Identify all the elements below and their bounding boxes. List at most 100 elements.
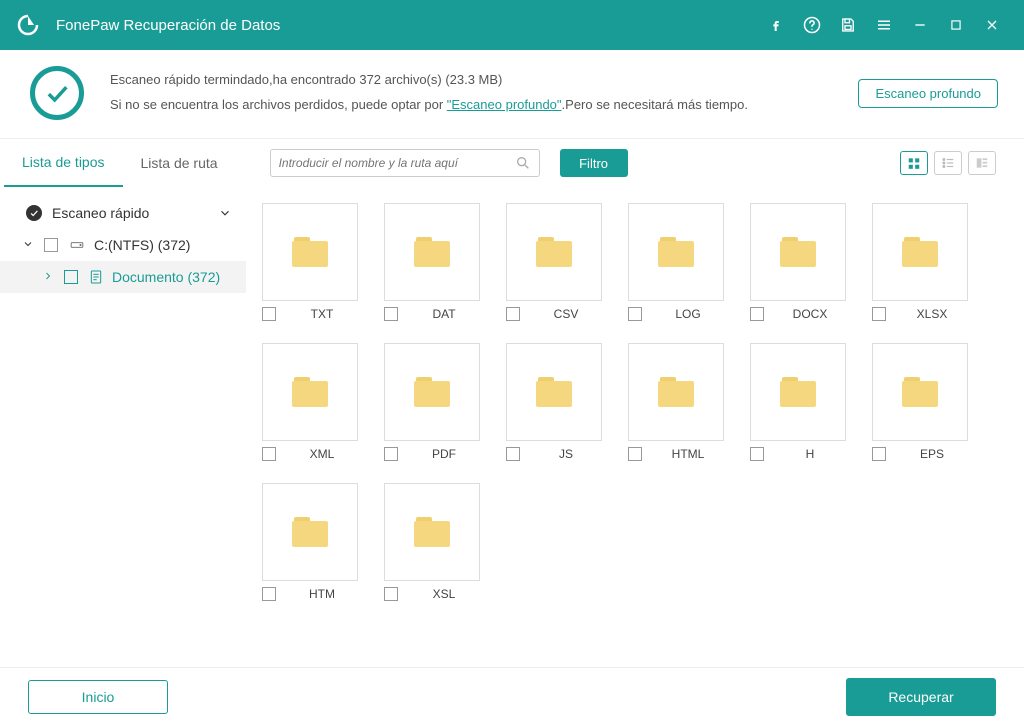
- chevron-right-icon: [42, 269, 58, 285]
- folder-card[interactable]: XSL: [384, 483, 480, 601]
- checkbox[interactable]: [384, 447, 398, 461]
- app-title: FonePaw Recuperación de Datos: [56, 17, 280, 34]
- folder-icon: [536, 377, 572, 407]
- sidebar-head-label: Escaneo rápido: [52, 205, 218, 221]
- file-grid: TXT DAT CSV LOG DOCX XLSX XML PDF JS HTML H EPS HTM X…: [246, 187, 1024, 667]
- folder-label: H: [774, 447, 846, 461]
- folder-thumbnail[interactable]: [750, 203, 846, 301]
- folder-card[interactable]: XML: [262, 343, 358, 461]
- maximize-icon[interactable]: [938, 7, 974, 43]
- checkbox[interactable]: [262, 587, 276, 601]
- sidebar-item-drive[interactable]: C:(NTFS) (372): [0, 229, 246, 261]
- filter-button[interactable]: Filtro: [560, 149, 628, 177]
- folder-icon: [780, 377, 816, 407]
- folder-card[interactable]: H: [750, 343, 846, 461]
- checkbox[interactable]: [628, 447, 642, 461]
- folder-card[interactable]: CSV: [506, 203, 602, 321]
- check-circle-icon: [26, 205, 42, 221]
- deep-scan-button[interactable]: Escaneo profundo: [858, 79, 998, 108]
- titlebar: FonePaw Recuperación de Datos: [0, 0, 1024, 50]
- folder-card[interactable]: LOG: [628, 203, 724, 321]
- sidebar-item-document[interactable]: Documento (372): [0, 261, 246, 293]
- minimize-icon[interactable]: [902, 7, 938, 43]
- search-icon: [515, 155, 531, 171]
- view-grid-icon[interactable]: [900, 151, 928, 175]
- folder-icon: [902, 237, 938, 267]
- folder-card[interactable]: DAT: [384, 203, 480, 321]
- folder-label: DAT: [408, 307, 480, 321]
- folder-thumbnail[interactable]: [384, 343, 480, 441]
- close-icon[interactable]: [974, 7, 1010, 43]
- folder-label: XLSX: [896, 307, 968, 321]
- menu-icon[interactable]: [866, 7, 902, 43]
- folder-card[interactable]: XLSX: [872, 203, 968, 321]
- checkbox[interactable]: [506, 447, 520, 461]
- checkbox[interactable]: [872, 447, 886, 461]
- folder-card[interactable]: JS: [506, 343, 602, 461]
- checkbox[interactable]: [64, 270, 78, 284]
- checkbox[interactable]: [750, 307, 764, 321]
- checkbox[interactable]: [384, 587, 398, 601]
- recover-button[interactable]: Recuperar: [846, 678, 996, 716]
- home-button[interactable]: Inicio: [28, 680, 168, 714]
- folder-thumbnail[interactable]: [872, 203, 968, 301]
- view-list-icon[interactable]: [934, 151, 962, 175]
- folder-thumbnail[interactable]: [506, 203, 602, 301]
- status-text: Escaneo rápido termindado,ha encontrado …: [110, 68, 858, 117]
- folder-icon: [414, 237, 450, 267]
- folder-label: HTML: [652, 447, 724, 461]
- folder-label: JS: [530, 447, 602, 461]
- folder-thumbnail[interactable]: [750, 343, 846, 441]
- checkbox[interactable]: [506, 307, 520, 321]
- checkbox[interactable]: [44, 238, 58, 252]
- deep-scan-link[interactable]: "Escaneo profundo": [447, 97, 562, 112]
- chevron-down-icon: [22, 237, 38, 253]
- status-line-2: Si no se encuentra los archivos perdidos…: [110, 93, 858, 118]
- app-logo: [14, 11, 42, 39]
- folder-card[interactable]: TXT: [262, 203, 358, 321]
- folder-card[interactable]: PDF: [384, 343, 480, 461]
- search-field[interactable]: [270, 149, 540, 177]
- folder-thumbnail[interactable]: [506, 343, 602, 441]
- checkbox[interactable]: [384, 307, 398, 321]
- folder-label: TXT: [286, 307, 358, 321]
- sidebar-document-label: Documento (372): [112, 269, 220, 285]
- folder-label: DOCX: [774, 307, 846, 321]
- checkbox[interactable]: [262, 447, 276, 461]
- folder-icon: [414, 377, 450, 407]
- folder-icon: [902, 377, 938, 407]
- view-detail-icon[interactable]: [968, 151, 996, 175]
- folder-icon: [658, 237, 694, 267]
- folder-icon: [292, 377, 328, 407]
- tab-path[interactable]: Lista de ruta: [123, 139, 236, 187]
- search-input[interactable]: [279, 156, 515, 170]
- folder-thumbnail[interactable]: [262, 203, 358, 301]
- folder-thumbnail[interactable]: [262, 343, 358, 441]
- checkbox[interactable]: [628, 307, 642, 321]
- folder-thumbnail[interactable]: [872, 343, 968, 441]
- folder-thumbnail[interactable]: [628, 343, 724, 441]
- folder-label: CSV: [530, 307, 602, 321]
- folder-card[interactable]: DOCX: [750, 203, 846, 321]
- checkbox[interactable]: [262, 307, 276, 321]
- folder-label: PDF: [408, 447, 480, 461]
- folder-card[interactable]: EPS: [872, 343, 968, 461]
- save-icon[interactable]: [830, 7, 866, 43]
- sidebar-head-quickscan[interactable]: Escaneo rápido: [0, 197, 246, 229]
- facebook-icon[interactable]: [758, 7, 794, 43]
- folder-thumbnail[interactable]: [384, 203, 480, 301]
- sidebar: Escaneo rápido C:(NTFS) (372) Documento …: [0, 187, 246, 667]
- folder-icon: [292, 237, 328, 267]
- checkbox[interactable]: [872, 307, 886, 321]
- folder-card[interactable]: HTML: [628, 343, 724, 461]
- folder-label: XML: [286, 447, 358, 461]
- tab-types[interactable]: Lista de tipos: [4, 139, 123, 187]
- help-icon[interactable]: [794, 7, 830, 43]
- folder-thumbnail[interactable]: [384, 483, 480, 581]
- checkbox[interactable]: [750, 447, 764, 461]
- folder-thumbnail[interactable]: [262, 483, 358, 581]
- folder-card[interactable]: HTM: [262, 483, 358, 601]
- folder-label: EPS: [896, 447, 968, 461]
- folder-thumbnail[interactable]: [628, 203, 724, 301]
- sidebar-drive-label: C:(NTFS) (372): [94, 237, 190, 253]
